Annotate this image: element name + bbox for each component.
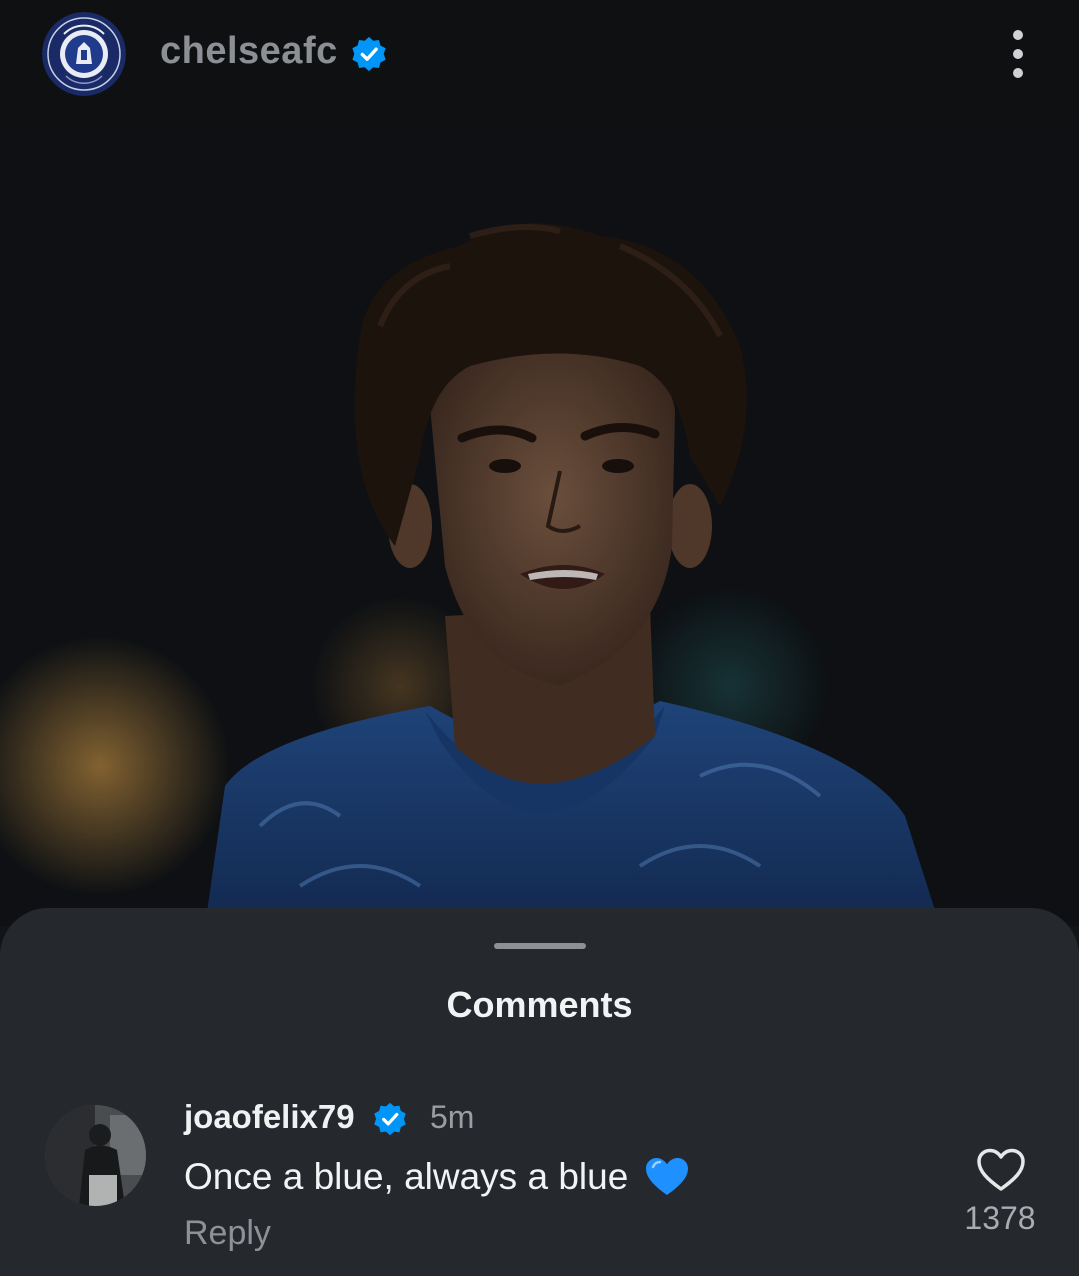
avatar-photo [45,1105,146,1206]
verified-badge-icon [352,36,386,72]
sheet-title: Comments [446,984,633,1025]
post-header: chelseafc [0,0,1079,126]
more-dot [1013,68,1023,78]
post-photo[interactable] [0,126,1079,926]
comment-username[interactable]: joaofelix79 [184,1098,355,1136]
comment-timestamp: 5m [430,1099,475,1135]
comment-body: Once a blue, always a blue [184,1156,689,1198]
reply-button[interactable]: Reply [184,1214,271,1253]
blue-heart-emoji [645,1158,688,1195]
chelsea-crest-avatar[interactable] [42,12,126,96]
post-viewer: chelseafc Comments joaofelix79 5m Once a… [0,0,1079,1276]
like-count: 1378 [964,1200,1036,1236]
heart-outline-icon[interactable] [975,1147,1027,1193]
post-username[interactable]: chelseafc [160,30,338,73]
commenter-avatar[interactable] [45,1105,146,1206]
chelsea-crest-icon [42,12,126,96]
more-dot [1013,49,1023,59]
player-photo [0,126,1079,926]
sheet-drag-handle[interactable] [494,943,586,949]
verified-badge-icon [374,1102,406,1136]
comments-sheet: Comments joaofelix79 5m Once a blue, alw… [0,908,1079,1276]
comment-text: Once a blue, always a blue [184,1156,629,1197]
more-options-button[interactable] [996,26,1040,82]
more-vertical-icon [1013,30,1023,40]
